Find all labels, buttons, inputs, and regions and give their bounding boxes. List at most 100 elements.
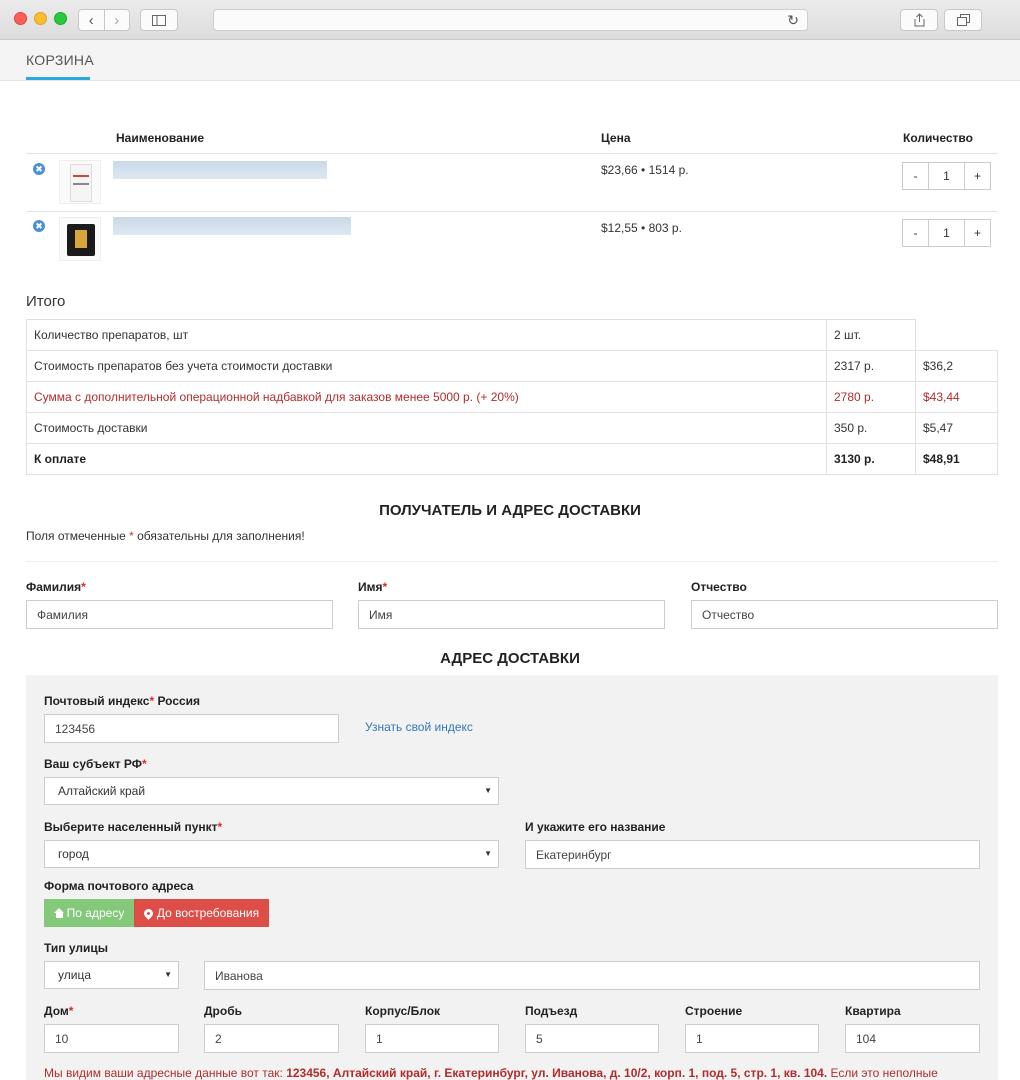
share-icon — [914, 13, 924, 27]
address-section-title: АДРЕС ДОСТАВКИ — [440, 650, 580, 667]
note-text: Поля отмеченные — [26, 529, 130, 543]
minimize-window-button[interactable] — [34, 12, 47, 25]
product-thumbnail — [59, 160, 101, 204]
row-label: Сумма с дополнительной операционной надб… — [26, 381, 827, 413]
divider — [26, 561, 998, 562]
entrance-field[interactable]: 5 — [525, 1024, 659, 1053]
share-button[interactable] — [900, 9, 938, 31]
remove-item-icon[interactable]: ✖ — [33, 220, 45, 232]
house-label: Дом* — [44, 1004, 74, 1018]
row-label: Стоимость препаратов без учета стоимости… — [26, 350, 827, 382]
postcode-field[interactable]: 123456 — [44, 714, 339, 743]
close-window-button[interactable] — [14, 12, 27, 25]
row-label: К оплате — [26, 443, 827, 475]
postcode-label: Почтовый индекс* Россия — [44, 694, 201, 708]
row-value-rub: 2317 р. — [826, 350, 916, 382]
back-icon[interactable]: ‹ — [79, 10, 104, 30]
home-icon — [53, 908, 65, 918]
product-thumbnail — [59, 217, 101, 261]
locality-label: Выберите населенный пункт* — [44, 820, 223, 834]
apartment-field[interactable]: 104 — [845, 1024, 980, 1053]
product-name-redacted[interactable] — [113, 161, 327, 179]
quantity-input[interactable]: 1 — [928, 220, 965, 246]
item-price: $12,55 • 803 р. — [601, 221, 682, 235]
street-type-select[interactable]: улица ▼ — [44, 961, 179, 989]
product-name-redacted[interactable] — [113, 217, 351, 235]
col-header-price: Цена — [601, 131, 631, 145]
building-field[interactable]: 1 — [365, 1024, 499, 1053]
decrease-qty-button[interactable]: - — [903, 163, 928, 189]
row-label: Количество препаратов, шт — [26, 319, 827, 351]
street-name-field[interactable]: Иванова — [204, 961, 980, 990]
summary-address: 123456, Алтайский край, г. Екатеринбург,… — [286, 1066, 828, 1080]
address-form-label: Форма почтового адреса — [44, 879, 194, 893]
summary-suffix: Если это неполные — [827, 1066, 938, 1080]
col-header-qty: Количество — [903, 131, 973, 145]
row-value-rub: 2780 р. — [826, 381, 916, 413]
row-value-usd: $36,2 — [915, 350, 998, 382]
row-label: Стоимость доставки — [26, 412, 827, 444]
fraction-label: Дробь — [204, 1004, 242, 1018]
tab-bar: КОРЗИНА — [0, 40, 1020, 81]
table-row: Количество препаратов, шт 2 шт. — [26, 319, 998, 351]
tabs-icon — [956, 14, 970, 26]
row-value-usd: $48,91 — [915, 443, 998, 475]
address-bar[interactable]: ↻ — [213, 9, 808, 31]
address-summary-text: Мы видим ваши адресные данные вот так: 1… — [44, 1066, 938, 1080]
on-demand-button[interactable]: До востребования — [134, 899, 269, 927]
name-label: Имя* — [358, 580, 388, 594]
increase-qty-button[interactable]: + — [965, 163, 990, 189]
row-value-usd: $43,44 — [915, 381, 998, 413]
button-label: До востребования — [156, 906, 260, 920]
region-select[interactable]: Алтайский край ▼ — [44, 777, 499, 805]
patronymic-label: Отчество — [691, 580, 747, 594]
reload-icon[interactable]: ↻ — [787, 12, 799, 29]
find-postcode-link[interactable]: Узнать свой индекс — [365, 720, 473, 734]
patronymic-field[interactable]: Отчество — [691, 600, 998, 629]
decrease-qty-button[interactable]: - — [903, 220, 928, 246]
locality-name-field[interactable]: Екатеринбург — [525, 840, 980, 869]
region-label: Ваш субъект РФ* — [44, 757, 147, 771]
active-tab-indicator — [26, 77, 90, 80]
quantity-input[interactable]: 1 — [928, 163, 965, 189]
locality-selected-value: город — [58, 847, 89, 861]
row-value-rub: 2 шт. — [826, 319, 916, 351]
totals-title: Итого — [26, 293, 66, 310]
forward-icon[interactable]: › — [103, 10, 130, 30]
structure-field[interactable]: 1 — [685, 1024, 819, 1053]
quantity-stepper: - 1 + — [902, 162, 991, 190]
locality-name-label: И укажите его название — [525, 820, 666, 834]
history-nav: ‹ › — [78, 9, 130, 31]
row-value-rub: 3130 р. — [826, 443, 916, 475]
increase-qty-button[interactable]: + — [965, 220, 990, 246]
remove-item-icon[interactable]: ✖ — [33, 163, 45, 175]
tabs-overview-button[interactable] — [944, 9, 982, 31]
sidebar-icon — [152, 14, 166, 26]
fraction-field[interactable]: 2 — [204, 1024, 339, 1053]
table-row: Стоимость доставки 350 р. $5,47 — [26, 412, 998, 444]
locality-type-select[interactable]: город ▼ — [44, 840, 499, 868]
item-price: $23,66 • 1514 р. — [601, 163, 689, 177]
street-type-label: Тип улицы — [44, 941, 108, 955]
building-label: Корпус/Блок — [365, 1004, 441, 1018]
street-type-selected-value: улица — [58, 968, 91, 982]
row-value-usd: $5,47 — [915, 412, 998, 444]
apartment-label: Квартира — [845, 1004, 901, 1018]
table-row: Стоимость препаратов без учета стоимости… — [26, 350, 998, 382]
region-selected-value: Алтайский край — [58, 784, 146, 798]
surname-label: Фамилия* — [26, 580, 86, 594]
row-value-usd — [916, 320, 998, 351]
name-field[interactable]: Имя — [358, 600, 665, 629]
sidebar-toggle-button[interactable] — [140, 9, 178, 31]
row-divider — [26, 211, 998, 212]
zoom-window-button[interactable] — [54, 12, 67, 25]
button-label: По адресу — [66, 906, 125, 920]
header-divider — [26, 153, 998, 154]
col-header-name: Наименование — [116, 131, 205, 145]
table-row: К оплате 3130 р. $48,91 — [26, 443, 998, 475]
by-address-button[interactable]: По адресу — [44, 899, 134, 927]
tab-cart[interactable]: КОРЗИНА — [26, 52, 94, 68]
totals-table: Количество препаратов, шт 2 шт. Стоимост… — [26, 319, 998, 475]
house-field[interactable]: 10 — [44, 1024, 179, 1053]
surname-field[interactable]: Фамилия — [26, 600, 333, 629]
